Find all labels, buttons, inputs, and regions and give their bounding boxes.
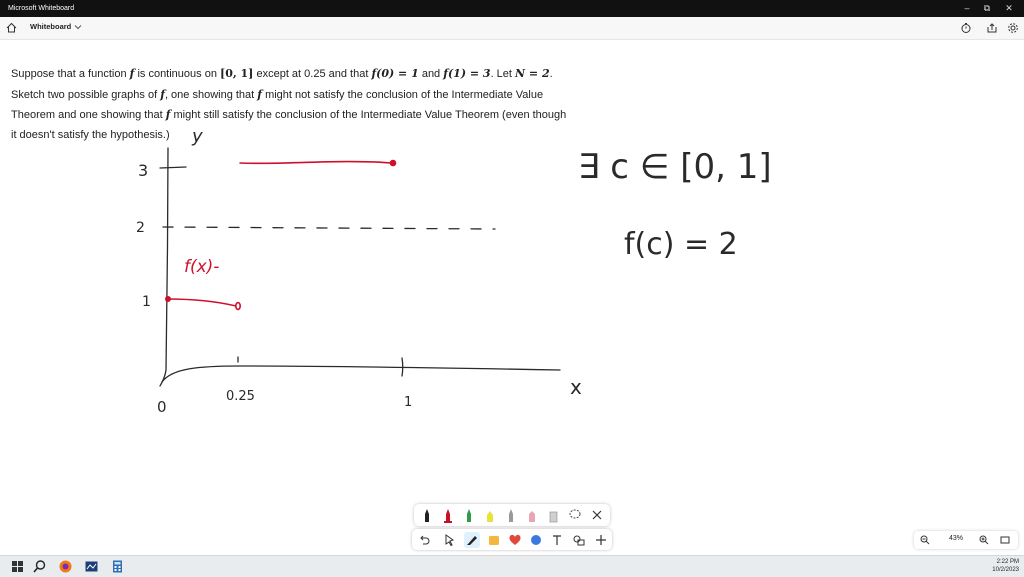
tick-y-3 bbox=[159, 166, 187, 169]
select-icon[interactable] bbox=[442, 532, 456, 548]
exists-statement: ∃ c ∈ [0, 1] bbox=[578, 147, 772, 187]
closed-dot-upper bbox=[389, 159, 397, 167]
zoom-out-icon[interactable] bbox=[920, 535, 930, 545]
zoom-level[interactable]: 43% bbox=[944, 535, 968, 542]
ink-pen-icon bbox=[467, 536, 477, 545]
text-icon[interactable] bbox=[550, 532, 564, 548]
system-clock[interactable]: 2:22 PM 10/2/2023 bbox=[992, 558, 1019, 574]
eraser-icon[interactable] bbox=[546, 507, 560, 523]
add-icon[interactable] bbox=[594, 532, 608, 548]
undo-icon[interactable] bbox=[417, 532, 431, 548]
pink-pen-icon[interactable] bbox=[525, 507, 539, 523]
reaction-icon[interactable] bbox=[508, 532, 522, 548]
ink-tool-active[interactable] bbox=[464, 532, 480, 548]
dashed-level-2 bbox=[162, 226, 496, 230]
red-segment-lower bbox=[166, 298, 237, 307]
red-segment-upper bbox=[239, 160, 393, 165]
clock-time: 2:22 PM bbox=[996, 559, 1019, 565]
zoom-control: 43% bbox=[914, 531, 1018, 549]
more-shapes-icon[interactable] bbox=[572, 532, 586, 548]
green-pen-icon[interactable] bbox=[462, 507, 476, 523]
x-axis-label: x bbox=[570, 375, 582, 399]
open-dot-lower bbox=[235, 301, 242, 311]
red-pen-icon[interactable] bbox=[441, 507, 455, 523]
yellow-highlighter-icon[interactable] bbox=[483, 507, 497, 523]
black-pen-icon[interactable] bbox=[420, 507, 434, 523]
firefox-icon[interactable] bbox=[58, 559, 73, 574]
tick-label-2: 2 bbox=[136, 220, 145, 236]
x-axis-line bbox=[161, 365, 561, 383]
origin-label: 0 bbox=[157, 398, 167, 416]
close-icon[interactable] bbox=[590, 507, 604, 523]
x-tick-label-025: 0.25 bbox=[226, 389, 255, 404]
pen-toolbar bbox=[414, 504, 610, 526]
tick-x-1 bbox=[401, 357, 404, 377]
shapes-icon[interactable] bbox=[529, 532, 543, 548]
taskbar: 2:22 PM 10/2/2023 bbox=[0, 555, 1024, 577]
whiteboard-app-icon[interactable] bbox=[84, 559, 99, 574]
x-tick-label-1: 1 bbox=[404, 395, 412, 410]
fc-equals-2: f(c) = 2 bbox=[624, 227, 738, 262]
fit-screen-icon[interactable] bbox=[1000, 535, 1010, 545]
y-axis-line bbox=[159, 147, 169, 387]
sticky-note-icon[interactable] bbox=[487, 532, 501, 548]
main-toolbar bbox=[412, 529, 612, 550]
ink-canvas[interactable]: y x 3 2 1 0 0.25 1 ∃ c ∈ [0, 1] f(c) = 2… bbox=[0, 0, 1024, 576]
zoom-in-icon[interactable] bbox=[979, 535, 989, 545]
lasso-icon[interactable] bbox=[568, 507, 582, 523]
tick-label-3: 3 bbox=[138, 161, 148, 180]
windows-start-icon[interactable] bbox=[10, 559, 25, 574]
gray-pen-icon[interactable] bbox=[504, 507, 518, 523]
y-axis-label: y bbox=[191, 126, 203, 147]
search-icon[interactable] bbox=[32, 559, 47, 574]
fx-label: f(x)- bbox=[184, 257, 219, 277]
calculator-icon[interactable] bbox=[110, 559, 125, 574]
clock-date: 10/2/2023 bbox=[992, 567, 1019, 573]
closed-dot-lower bbox=[165, 295, 172, 302]
tick-label-1: 1 bbox=[142, 294, 151, 310]
